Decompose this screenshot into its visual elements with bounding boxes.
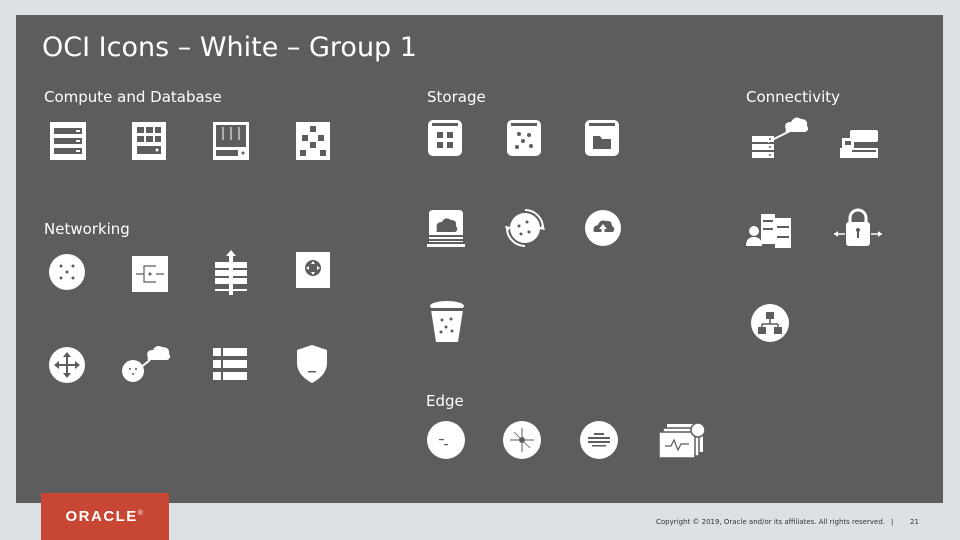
- section-label-connectivity: Connectivity: [746, 88, 840, 106]
- storage-gateway-icon: [425, 208, 467, 248]
- subnet-icon: [132, 256, 168, 292]
- block-storage-icon: [428, 120, 462, 156]
- security-shield-icon: [297, 345, 327, 383]
- oracle-logo: ORACLE®: [41, 493, 169, 540]
- object-storage-icon: [507, 120, 541, 156]
- bucket-icon: [429, 300, 465, 344]
- slide-title: OCI Icons – White – Group 1: [42, 32, 417, 63]
- section-label-storage: Storage: [427, 88, 486, 106]
- traffic-management-icon: [503, 421, 541, 459]
- section-label-edge: Edge: [426, 392, 464, 410]
- route-table-icon: [296, 252, 330, 288]
- oracle-logo-text: ORACLE: [65, 508, 138, 525]
- load-balancer-icon: [49, 347, 85, 383]
- dynamic-routing-gateway-icon: [751, 304, 789, 342]
- section-label-compute: Compute and Database: [44, 88, 222, 106]
- customer-premises-icon: [838, 128, 880, 160]
- remote-peering-icon: [745, 210, 793, 248]
- virtual-machine-icon: [132, 122, 166, 160]
- health-check-icon: [657, 420, 707, 460]
- dns-icon: [427, 421, 465, 459]
- autonomous-database-icon: [296, 122, 330, 160]
- virtual-cloud-network-icon: [49, 254, 85, 290]
- bare-metal-compute-icon: [50, 122, 86, 160]
- fastconnect-icon: [750, 112, 810, 160]
- file-storage-icon: [585, 120, 619, 156]
- backup-restore-icon: [505, 208, 545, 248]
- vpn-connect-icon: [834, 208, 882, 248]
- internet-gateway-icon: [213, 250, 249, 296]
- waf-icon: [580, 421, 618, 459]
- page-number: 21: [910, 518, 919, 526]
- oracle-logo-mark: ®: [137, 510, 145, 517]
- security-list-icon: [213, 348, 247, 380]
- copyright-text: Copyright © 2019, Oracle and/or its affi…: [656, 518, 885, 526]
- container-engine-icon: [213, 122, 249, 160]
- archive-storage-icon: [585, 210, 621, 246]
- footer-separator: |: [891, 518, 894, 526]
- section-label-networking: Networking: [44, 220, 130, 238]
- service-gateway-icon: [120, 342, 172, 384]
